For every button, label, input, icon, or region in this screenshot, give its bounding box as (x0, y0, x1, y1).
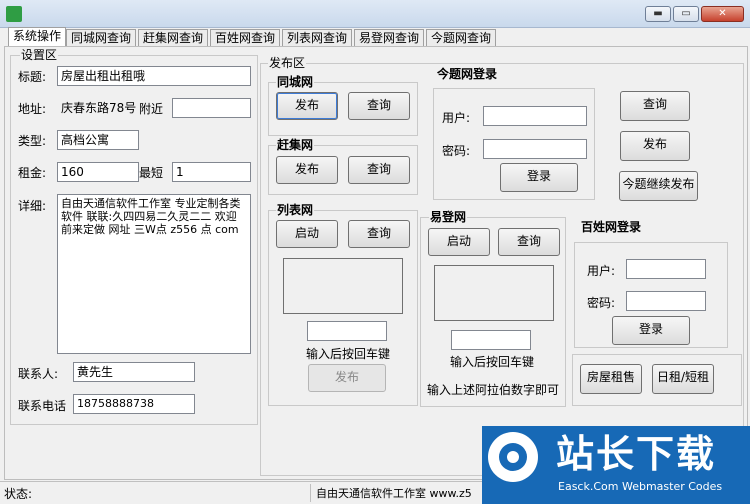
jinti-user-label: 用户: (442, 111, 471, 125)
tab-tongcheng[interactable]: 同城网查询 (66, 29, 137, 47)
tab-system[interactable]: 系统操作 (8, 27, 67, 48)
min-label: 最短 (139, 166, 164, 180)
jinti-query-button[interactable]: 查询 (620, 91, 690, 121)
yideng-captcha-input[interactable] (451, 330, 531, 350)
settings-group-label: 设置区 (20, 48, 59, 62)
baixing-login-label: 百姓网登录 (581, 220, 642, 234)
jinti-pass-label: 密码: (442, 144, 471, 158)
rent-input[interactable]: 160 (57, 162, 139, 182)
jinti-pass-input[interactable] (483, 139, 587, 159)
jinti-login-button[interactable]: 登录 (500, 163, 578, 192)
jinti-publish-button[interactable]: 发布 (620, 131, 690, 161)
app-icon (6, 6, 22, 22)
liebiao-publish-button[interactable]: 发布 (308, 364, 386, 392)
contact-label: 联系人: (18, 367, 59, 381)
minimize-button[interactable]: ▬ (645, 6, 671, 22)
address-input[interactable]: 庆春东路78号 (57, 98, 139, 118)
detail-label: 详细: (18, 199, 47, 213)
liebiao-captcha-image (283, 258, 403, 314)
baixing-short-button[interactable]: 日租/短租 (652, 364, 714, 394)
baixing-login-button[interactable]: 登录 (612, 316, 690, 345)
liebiao-label: 列表网 (276, 203, 315, 217)
tab-ganji[interactable]: 赶集网查询 (138, 29, 209, 47)
tab-liebiao[interactable]: 列表网查询 (282, 29, 353, 47)
yideng-label: 易登网 (429, 210, 468, 224)
yideng-captcha-image (434, 265, 554, 321)
tongcheng-label: 同城网 (276, 75, 315, 89)
baixing-user-input[interactable] (626, 259, 706, 279)
yideng-hint: 输入后按回车键 (450, 355, 535, 369)
near-label: 附近 (139, 102, 164, 116)
baixing-pass-label: 密码: (587, 296, 616, 310)
detail-textarea[interactable]: 自由天通信软件工作室 专业定制各类软件 联联:久四四易二久灵二二 欢迎前来定做 … (57, 194, 251, 354)
publish-group-label: 发布区 (268, 56, 307, 70)
ganji-publish-button[interactable]: 发布 (276, 156, 338, 184)
liebiao-hint: 输入后按回车键 (306, 347, 391, 361)
logo-icon (488, 432, 538, 482)
watermark-logo: 站长下载 Easck.Com Webmaster Codes (482, 426, 750, 504)
baixing-pass-input[interactable] (626, 291, 706, 311)
jinti-user-input[interactable] (483, 106, 587, 126)
title-label: 标题: (18, 70, 47, 84)
ganji-query-button[interactable]: 查询 (348, 156, 410, 184)
tab-yideng[interactable]: 易登网查询 (354, 29, 425, 47)
status-text: 自由天通信软件工作室 www.z5 (316, 487, 472, 500)
watermark-title: 站长下载 (556, 432, 717, 476)
watermark-sub: Easck.Com Webmaster Codes (558, 480, 723, 493)
close-button[interactable]: ✕ (701, 6, 744, 22)
type-label: 类型: (18, 134, 47, 148)
yideng-query-button[interactable]: 查询 (498, 228, 560, 256)
ganji-label: 赶集网 (276, 138, 315, 152)
rent-label: 租金: (18, 166, 47, 180)
yideng-start-button[interactable]: 启动 (428, 228, 490, 256)
jinti-continue-button[interactable]: 今题继续发布 (619, 171, 698, 201)
liebiao-start-button[interactable]: 启动 (276, 220, 338, 248)
liebiao-captcha-input[interactable] (307, 321, 387, 341)
tongcheng-query-button[interactable]: 查询 (348, 92, 410, 120)
near-input[interactable] (172, 98, 251, 118)
min-input[interactable]: 1 (172, 162, 251, 182)
jinti-login-label: 今题网登录 (437, 67, 498, 81)
contact-input[interactable]: 黄先生 (73, 362, 195, 382)
phone-label: 联系电话 (18, 399, 67, 413)
baixing-user-label: 用户: (587, 264, 616, 278)
yideng-hint2: 输入上述阿拉伯数字即可 (427, 383, 560, 397)
address-label: 地址: (18, 102, 47, 116)
title-bar: ▬ ▭ ✕ (0, 0, 750, 28)
status-label: 状态: (4, 487, 33, 501)
phone-input[interactable]: 18758888738 (73, 394, 195, 414)
tab-baixing[interactable]: 百姓网查询 (210, 29, 281, 47)
liebiao-query-button[interactable]: 查询 (348, 220, 410, 248)
restore-button[interactable]: ▭ (673, 6, 699, 22)
tongcheng-publish-button[interactable]: 发布 (276, 92, 338, 120)
type-input[interactable]: 高档公寓 (57, 130, 139, 150)
baixing-rent-button[interactable]: 房屋租售 (580, 364, 642, 394)
title-input[interactable]: 房屋出租出租哦 (57, 66, 251, 86)
tab-jinti[interactable]: 今题网查询 (426, 29, 497, 47)
